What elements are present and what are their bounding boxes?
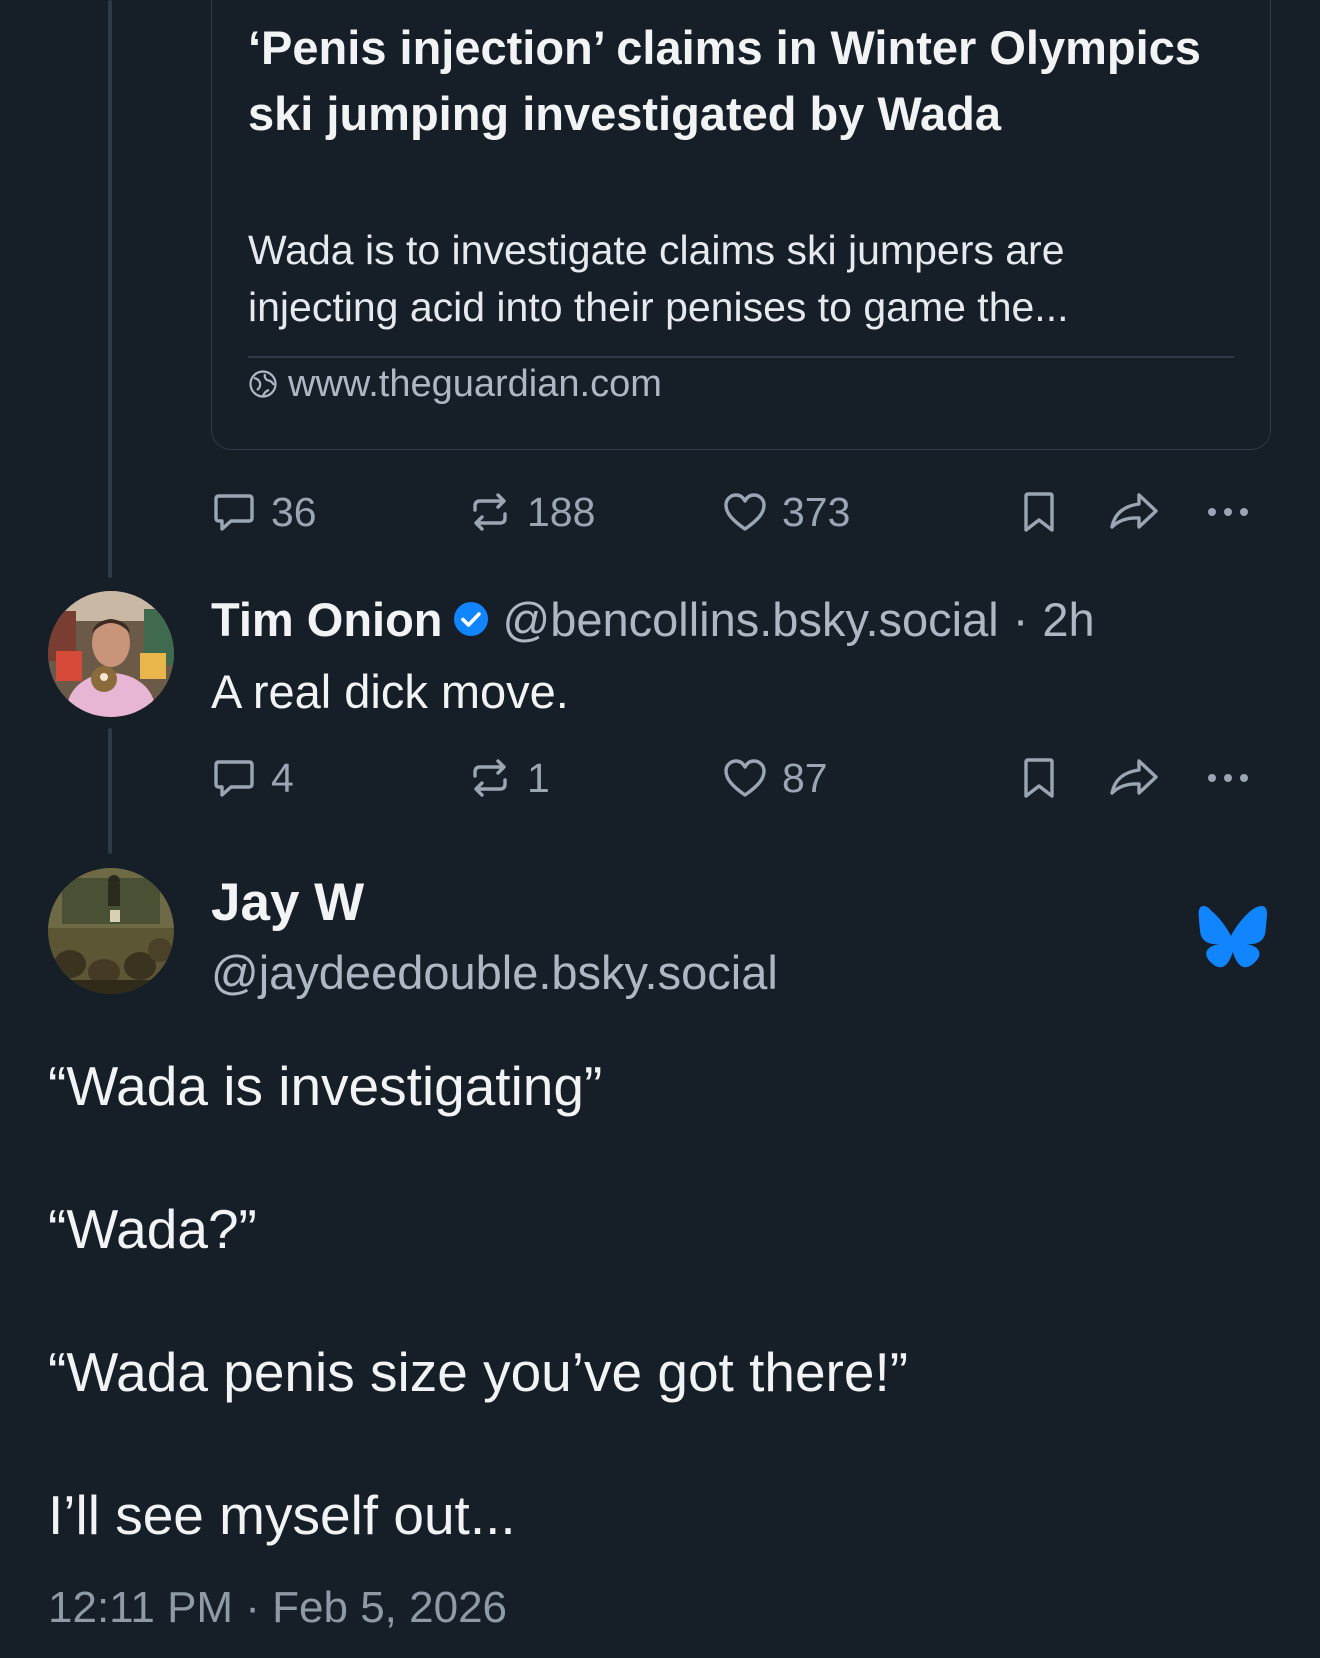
reply-count: 36 [271,488,317,535]
thread-line-middle [108,728,112,854]
thread-line-top [108,0,112,578]
reply-actions-row: 4 1 87 [211,748,1271,808]
repost-count: 1 [527,754,550,801]
link-card-description-line-1: Wada is to investigate claims ski jumper… [248,227,1065,273]
author-handle[interactable]: @jaydeedouble.bsky.social [211,945,778,1000]
verified-badge-icon [453,602,488,636]
avatar-photo-jay-w [48,868,174,994]
share-button[interactable] [1107,748,1161,808]
author-name[interactable]: Tim Onion [211,592,443,647]
avatar-photo-tim-onion [48,591,174,717]
repost-button[interactable]: 1 [467,748,550,808]
reply-button[interactable]: 4 [211,748,294,808]
like-count: 87 [782,754,828,801]
like-count: 373 [782,488,851,535]
link-card-title[interactable]: ‘Penis injection’ claims in Winter Olymp… [248,15,1208,147]
author-handle[interactable]: @bencollins.bsky.social [503,592,999,647]
heart-icon [724,493,766,531]
repost-icon [473,759,507,797]
repost-icon [473,493,507,531]
ellipsis-icon [1208,774,1248,782]
link-card-description-line-2: injecting acid into their penises to gam… [248,284,1069,330]
link-card-domain: www.theguardian.com [248,359,662,409]
post-time[interactable]: 2h [1042,592,1094,647]
reply-button[interactable]: 36 [211,482,317,542]
bookmark-icon [1024,492,1054,532]
post-body-line-4: I’ll see myself out... [48,1484,516,1546]
like-button[interactable]: 87 [722,748,828,808]
link-card-description: Wada is to investigate claims ski jumper… [248,222,1248,336]
avatar[interactable] [48,868,174,994]
link-preview-card[interactable]: ‘Penis injection’ claims in Winter Olymp… [211,0,1271,450]
post-body-line-3: “Wada penis size you’ve got there!” [48,1341,909,1403]
more-options-button[interactable] [1204,748,1252,808]
globe-icon [249,370,277,398]
avatar[interactable] [48,591,174,717]
repost-count: 188 [527,488,596,535]
reply-header: Tim Onion @bencollins.bsky.social · 2h [211,584,1095,654]
heart-icon [724,759,766,797]
post-timestamp: 12:11 PM · Feb 5, 2026 [48,1583,508,1632]
bluesky-butterfly-icon [1198,906,1267,968]
ellipsis-icon [1208,508,1248,516]
reply-count: 4 [271,754,294,801]
share-icon [1110,493,1158,529]
bookmark-button[interactable] [1016,748,1062,808]
link-card-domain-text: www.theguardian.com [288,362,662,405]
post-body-line-2: “Wada?” [48,1198,257,1260]
header-separator: · [1012,592,1029,646]
reply-text: A real dick move. [211,665,569,718]
post-body-line-1: “Wada is investigating” [48,1055,603,1117]
bookmark-icon [1024,758,1054,798]
share-icon [1110,759,1158,795]
bookmark-button[interactable] [1016,482,1062,542]
comment-icon [214,760,254,797]
share-button[interactable] [1107,482,1161,542]
link-card-divider [248,356,1234,358]
comment-icon [214,494,254,531]
like-button[interactable]: 373 [722,482,850,542]
repost-button[interactable]: 188 [467,482,595,542]
more-options-button[interactable] [1204,482,1252,542]
post-actions-row: 36 188 373 [211,482,1271,542]
author-name[interactable]: Jay W [211,872,364,933]
